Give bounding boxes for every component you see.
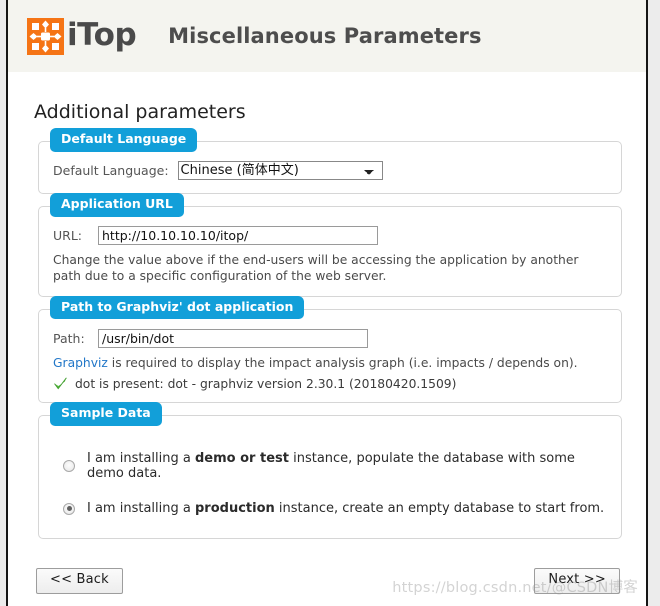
graphviz-link[interactable]: Graphviz <box>53 356 108 370</box>
page-footer: << Back Next >> https://blog.csdn.net/@C… <box>8 560 646 606</box>
default-language-select[interactable]: Chinese (简体中文) <box>177 161 383 180</box>
sample-data-option-demo[interactable]: I am installing a demo or test instance,… <box>63 451 607 481</box>
radio-demo[interactable] <box>63 460 75 473</box>
itop-logo: iTop <box>27 16 137 55</box>
back-button[interactable]: << Back <box>36 568 123 594</box>
next-button[interactable]: Next >> <box>534 568 620 594</box>
graphviz-fieldset: Path to Graphviz' dot application Path: … <box>38 295 622 404</box>
default-language-row: Default Language: Chinese (简体中文) <box>53 161 607 180</box>
itop-logo-text: iTop <box>67 16 137 53</box>
sample-data-demo-label: I am installing a demo or test instance,… <box>87 451 575 482</box>
itop-network-logo-icon <box>27 17 64 55</box>
application-url-row: URL: <box>53 226 607 245</box>
graphviz-path-label: Path: <box>53 330 85 346</box>
application-url-label: URL: <box>53 228 83 243</box>
graphviz-status-text: dot is present: dot - graphviz version 2… <box>75 377 457 392</box>
page-title: Miscellaneous Parameters <box>168 24 482 48</box>
default-language-fieldset: Default Language Default Language: Chine… <box>38 128 622 194</box>
graphviz-legend: Path to Graphviz' dot application <box>50 295 305 320</box>
default-language-legend: Default Language <box>50 128 198 152</box>
application-url-fieldset: Application URL URL: Change the value ab… <box>38 193 622 297</box>
application-url-input[interactable] <box>98 226 378 245</box>
default-language-label: Default Language: <box>53 163 169 178</box>
graphviz-path-row: Path: <box>53 328 607 348</box>
sample-data-option-production[interactable]: I am installing a production instance, c… <box>63 501 607 516</box>
graphviz-status: dot is present: dot - graphviz version 2… <box>53 377 607 391</box>
green-check-icon <box>53 377 68 391</box>
page-header: iTop Miscellaneous Parameters <box>8 0 646 72</box>
graphviz-help: Graphviz is required to display the impa… <box>53 355 607 371</box>
section-title: Additional parameters <box>34 101 246 123</box>
radio-production[interactable] <box>63 502 75 515</box>
sample-data-fieldset: Sample Data I am installing a demo or te… <box>38 402 622 540</box>
graphviz-path-input[interactable] <box>98 328 368 348</box>
sample-data-legend: Sample Data <box>50 402 162 426</box>
application-url-legend: Application URL <box>50 193 184 217</box>
sample-data-production-label: I am installing a production instance, c… <box>87 501 605 517</box>
graphviz-help-rest: is required to display the impact analys… <box>107 355 578 370</box>
installer-page: iTop Miscellaneous Parameters Additional… <box>6 0 648 606</box>
application-url-help: Change the value above if the end-users … <box>53 253 579 284</box>
page-content: Additional parameters Default Language D… <box>8 101 646 540</box>
